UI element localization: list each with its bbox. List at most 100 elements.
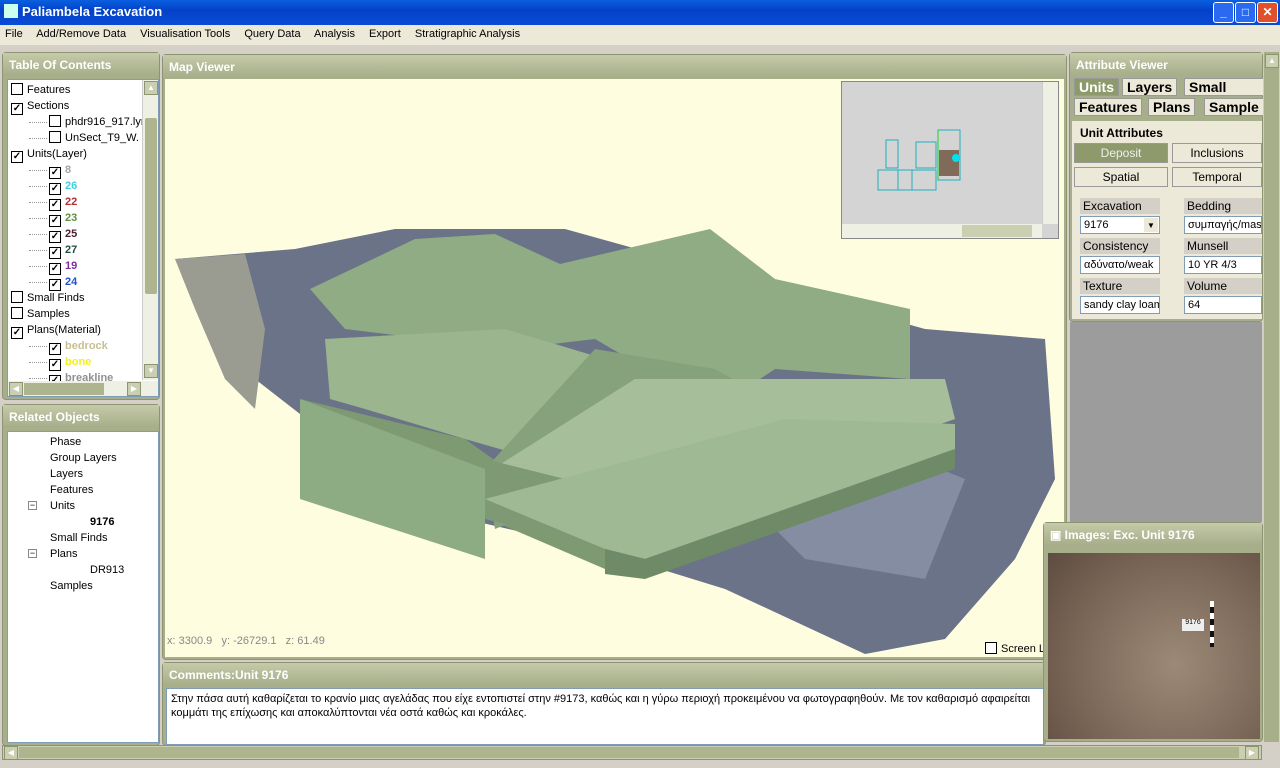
- scroll-up-icon[interactable]: ▲: [144, 81, 158, 95]
- related-object-item[interactable]: 9176: [12, 514, 158, 530]
- menu-add-remove-data[interactable]: Add/Remove Data: [36, 28, 126, 40]
- checkbox[interactable]: [985, 642, 997, 654]
- scroll-down-icon[interactable]: ▼: [144, 364, 158, 378]
- deposit-button[interactable]: Deposit: [1074, 143, 1168, 163]
- tree-line: [29, 234, 47, 235]
- right-scrollbar[interactable]: ▲: [1263, 52, 1279, 742]
- toc-item[interactable]: ✓ Units(Layer): [11, 146, 158, 163]
- comments-textbox[interactable]: Στην πάσα αυτή καθαρίζεται το κρανίο μια…: [166, 688, 1044, 745]
- scroll-thumb[interactable]: [19, 747, 1239, 758]
- scale-bar: [1210, 601, 1214, 647]
- related-object-label: Layers: [50, 468, 84, 480]
- munsell-input[interactable]: 10 YR 4/3: [1184, 256, 1262, 274]
- menu-visualisation-tools[interactable]: Visualisation Tools: [140, 28, 230, 40]
- scroll-right-icon[interactable]: ▶: [127, 382, 141, 396]
- menu-query-data[interactable]: Query Data: [244, 28, 300, 40]
- toc-item[interactable]: ✓ Sections: [11, 98, 158, 115]
- scroll-thumb[interactable]: [145, 118, 157, 294]
- toc-item[interactable]: ✓ bone: [11, 354, 158, 371]
- checkbox[interactable]: [11, 83, 23, 95]
- close-button[interactable]: ✕: [1257, 2, 1278, 23]
- toc-vertical-scrollbar[interactable]: ▲ ▼: [142, 80, 158, 380]
- scroll-thumb[interactable]: [24, 383, 104, 395]
- tab-units[interactable]: Units: [1074, 78, 1119, 96]
- related-object-label: Phase: [50, 436, 82, 448]
- map-canvas[interactable]: x: 3300.9 y: -26729.1 z: 61.49 Screen L: [165, 79, 1064, 657]
- menu-stratigraphic-analysis[interactable]: Stratigraphic Analysis: [415, 28, 520, 40]
- related-objects-panel: Related Objects Phase Group Layers Layers F…: [2, 404, 160, 746]
- toc-item-label: Sections: [27, 100, 70, 112]
- overview-horizontal-scrollbar[interactable]: [842, 224, 1042, 238]
- toc-item[interactable]: ✓ 22: [11, 194, 158, 211]
- related-object-item[interactable]: Group Layers: [12, 450, 158, 466]
- bedding-input[interactable]: συμπαγής/mas: [1184, 216, 1262, 234]
- texture-input[interactable]: sandy clay loam: [1080, 296, 1160, 314]
- maximize-button[interactable]: □: [1235, 2, 1256, 23]
- toc-item[interactable]: ✓ 25: [11, 226, 158, 243]
- spatial-button[interactable]: Spatial: [1074, 167, 1168, 187]
- related-object-label: Plans: [50, 548, 78, 560]
- inclusions-button[interactable]: Inclusions: [1172, 143, 1262, 163]
- checkbox[interactable]: [49, 115, 61, 127]
- related-object-item[interactable]: Samples: [12, 578, 158, 594]
- toc-item[interactable]: ✓ bedrock: [11, 338, 158, 355]
- menu-file[interactable]: File: [5, 28, 23, 40]
- toc-item[interactable]: Small Finds: [11, 290, 158, 306]
- scroll-left-icon[interactable]: ◀: [4, 746, 18, 760]
- chevron-down-icon[interactable]: ▼: [1144, 218, 1158, 232]
- minimize-button[interactable]: _: [1213, 2, 1234, 23]
- related-object-item[interactable]: − Plans: [12, 546, 158, 562]
- menu-export[interactable]: Export: [369, 28, 401, 40]
- bottom-horizontal-scrollbar[interactable]: ◀ ▶: [2, 745, 1262, 760]
- consistency-input[interactable]: αδύνατο/weak: [1080, 256, 1160, 274]
- checkbox[interactable]: [11, 307, 23, 319]
- toc-item[interactable]: ✓ 26: [11, 178, 158, 195]
- scroll-up-icon[interactable]: ▲: [1265, 54, 1279, 68]
- related-object-item[interactable]: Features: [12, 482, 158, 498]
- toc-item-label: Samples: [27, 308, 70, 320]
- collapse-icon[interactable]: −: [28, 549, 37, 558]
- map-viewer-panel: Map Viewer x: 3300.9 y: -26729.1 z: 61.4…: [162, 54, 1067, 660]
- excavation-photo[interactable]: 9176: [1048, 553, 1260, 739]
- toc-item[interactable]: ✓ 24: [11, 274, 158, 291]
- toc-item[interactable]: ✓ 23: [11, 210, 158, 227]
- toc-item[interactable]: Features: [11, 82, 158, 98]
- toc-item[interactable]: ✓ 19: [11, 258, 158, 275]
- toc-item[interactable]: phdr916_917.lyr: [11, 114, 158, 130]
- screen-lock-label: Screen L: [1001, 643, 1046, 655]
- scroll-right-icon[interactable]: ▶: [1245, 746, 1259, 760]
- toc-item[interactable]: Samples: [11, 306, 158, 322]
- menu-analysis[interactable]: Analysis: [314, 28, 355, 40]
- toc-item[interactable]: UnSect_T9_W.: [11, 130, 158, 146]
- tree-line: [29, 170, 47, 171]
- related-object-item[interactable]: Small Finds: [12, 530, 158, 546]
- toc-item[interactable]: ✓ 8: [11, 162, 158, 179]
- temporal-button[interactable]: Temporal: [1172, 167, 1262, 187]
- tab-small-finds[interactable]: Small Find: [1184, 78, 1264, 96]
- collapse-icon[interactable]: −: [28, 501, 37, 510]
- related-object-item[interactable]: Phase: [12, 434, 158, 450]
- scroll-left-icon[interactable]: ◀: [9, 382, 23, 396]
- tree-line: [29, 122, 47, 123]
- checkbox[interactable]: [11, 291, 23, 303]
- related-object-item[interactable]: − Units: [12, 498, 158, 514]
- app-icon: [4, 4, 18, 18]
- excavation-unit-select[interactable]: 9176 ▼: [1080, 216, 1160, 234]
- tab-samples[interactable]: Sample: [1204, 98, 1264, 116]
- menu-bar: File Add/Remove Data Visualisation Tools…: [0, 25, 1280, 45]
- texture-label: Texture: [1080, 278, 1160, 294]
- toc-item[interactable]: ✓ Plans(Material): [11, 322, 158, 339]
- overview-vertical-scrollbar[interactable]: [1042, 82, 1058, 224]
- related-object-item[interactable]: Layers: [12, 466, 158, 482]
- related-object-item[interactable]: DR913: [12, 562, 158, 578]
- screen-lock-checkbox[interactable]: Screen L: [985, 642, 1045, 655]
- tab-plans[interactable]: Plans: [1148, 98, 1196, 116]
- empty-area: [1070, 322, 1262, 522]
- toc-item[interactable]: ✓ 27: [11, 242, 158, 259]
- overview-map[interactable]: [841, 81, 1059, 239]
- tab-features[interactable]: Features: [1074, 98, 1143, 116]
- volume-input[interactable]: 64: [1184, 296, 1262, 314]
- toc-horizontal-scrollbar[interactable]: ◀ ▶: [8, 381, 158, 396]
- tab-layers[interactable]: Layers: [1122, 78, 1178, 96]
- checkbox[interactable]: [49, 131, 61, 143]
